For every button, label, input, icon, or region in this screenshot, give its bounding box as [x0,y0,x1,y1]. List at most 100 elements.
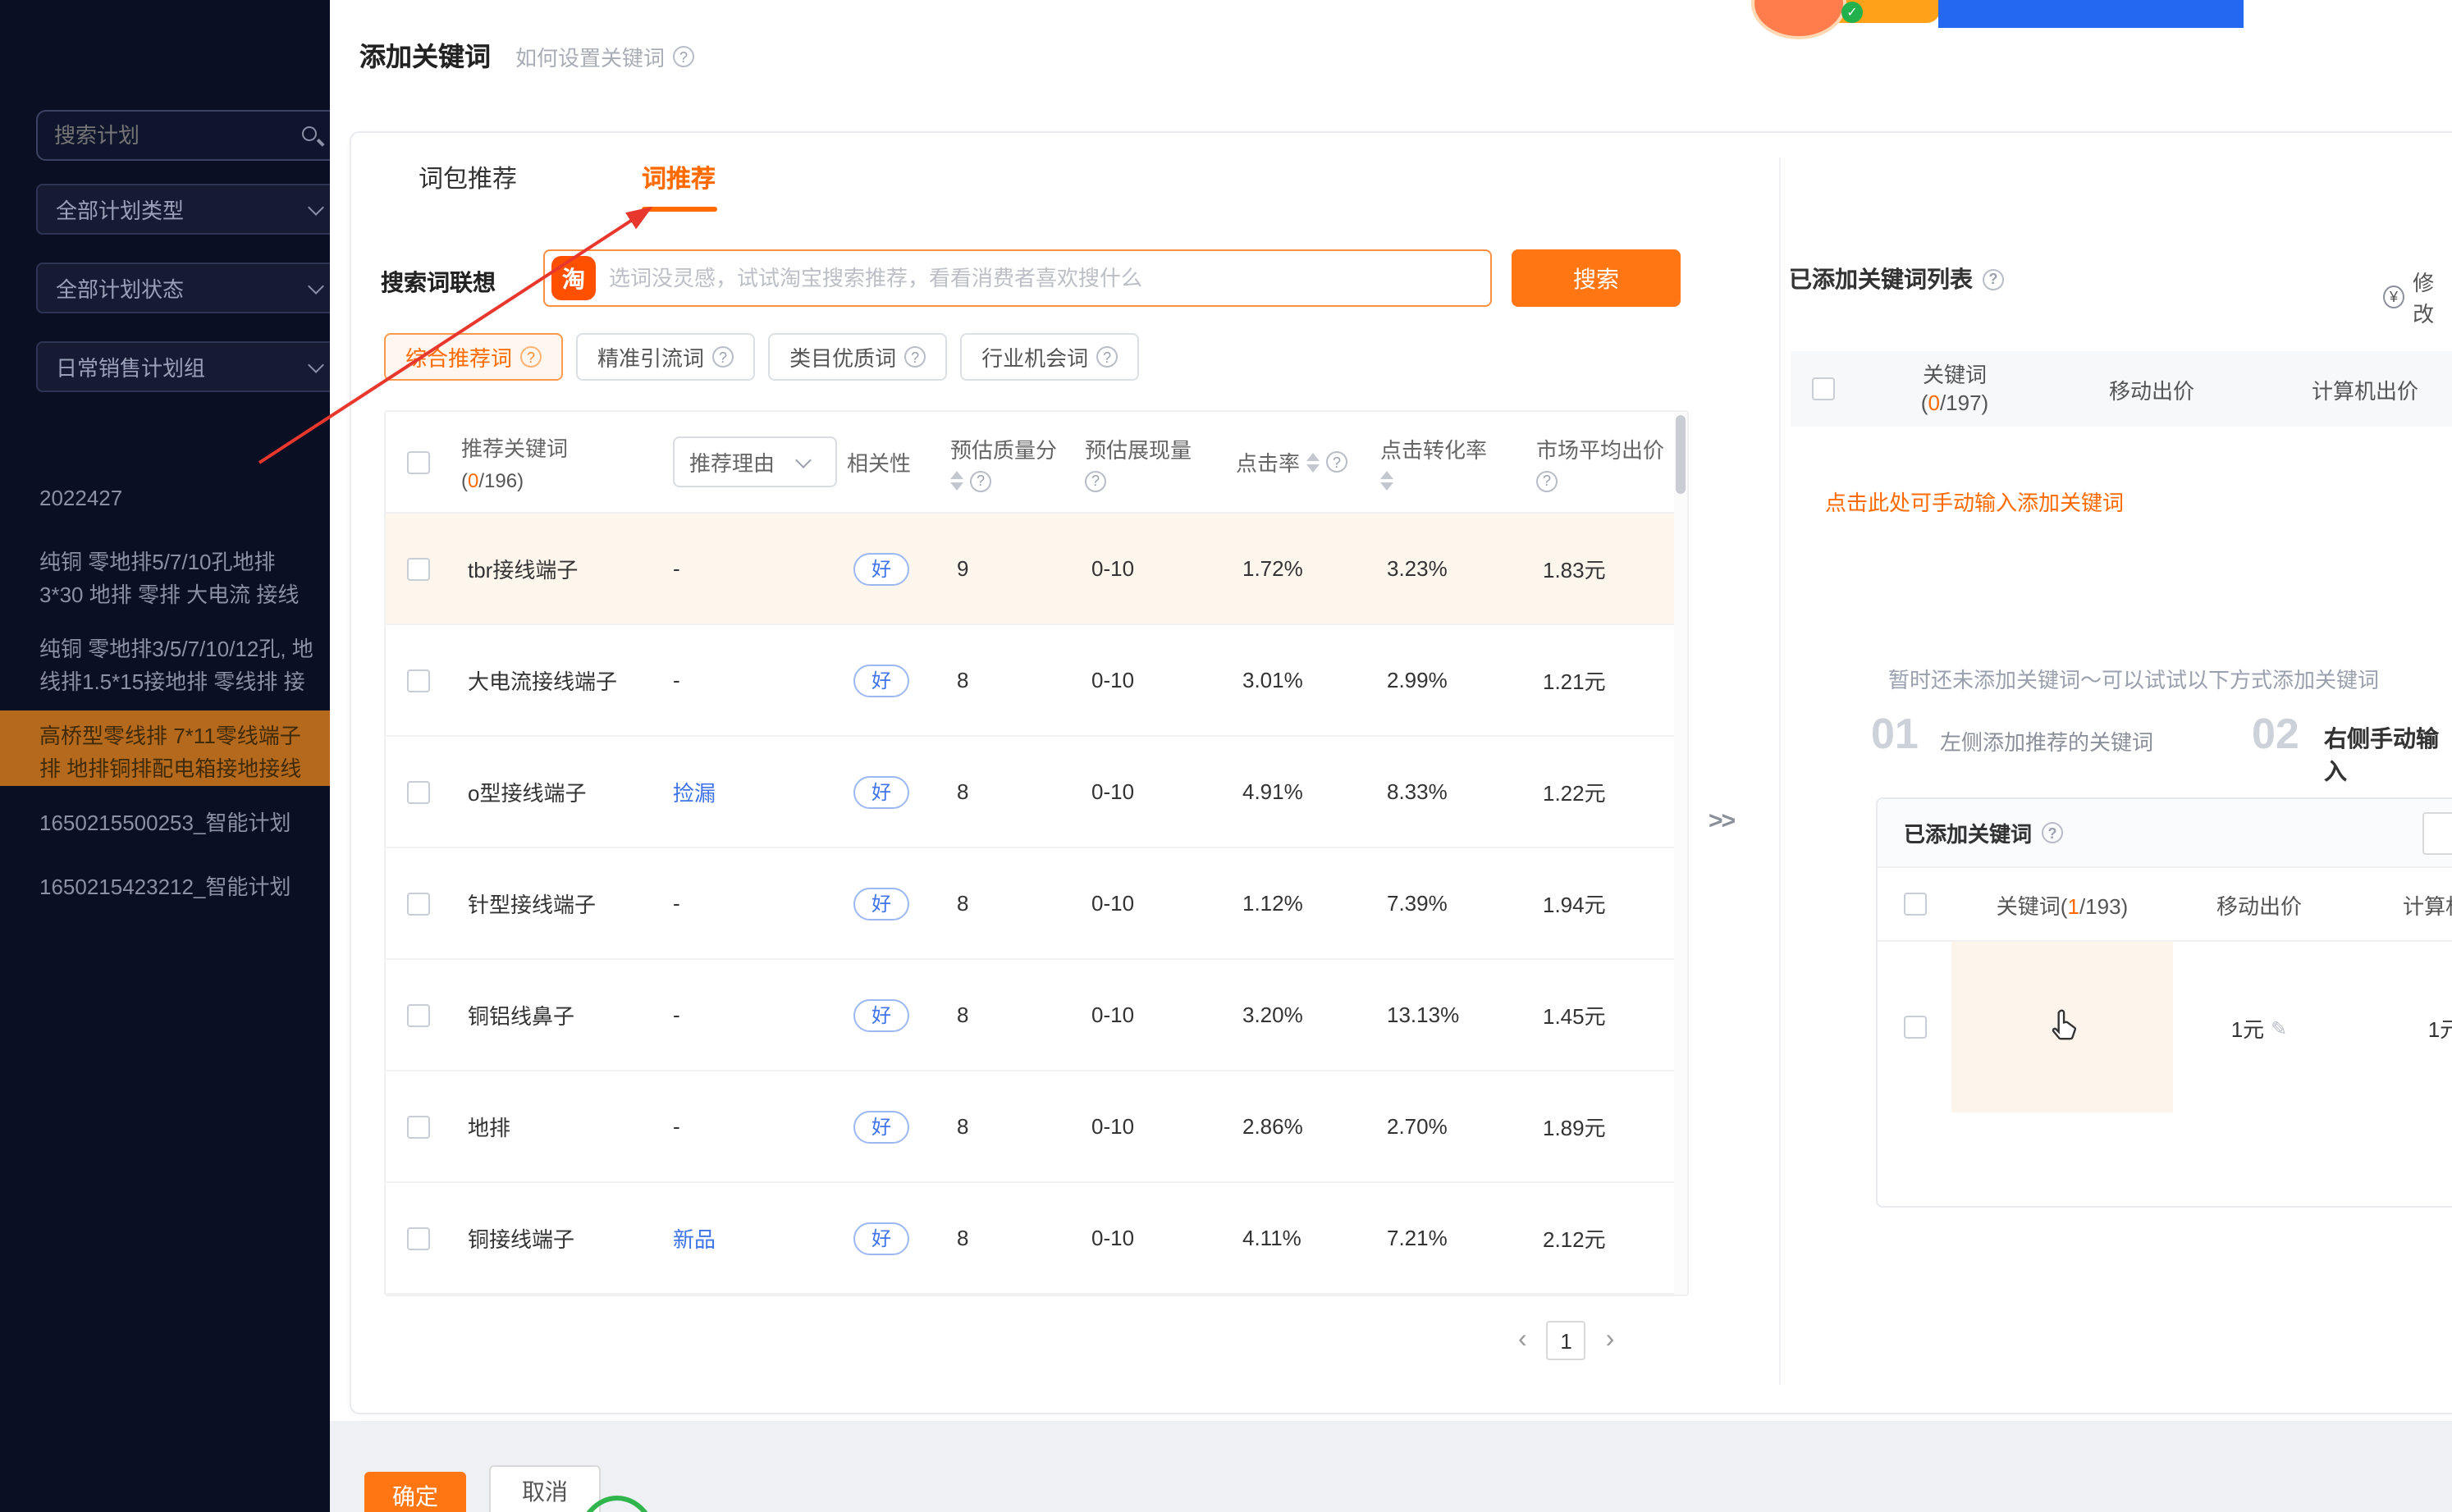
table-row[interactable]: 地排 - 好 8 0-10 2.86% 2.70% 1.89元 [386,1071,1687,1183]
filter-pill-comprehensive[interactable]: 综合推荐词 [384,333,563,381]
plan-status-select[interactable]: 全部计划状态 [36,263,330,313]
manual-add-link[interactable]: 点击此处可手动输入添加关键词 [1825,486,2124,517]
cell-impressions: 0-10 [1075,668,1226,692]
sort-icon[interactable] [1306,452,1320,472]
table-row[interactable]: tbr接线端子 - 好 9 0-10 1.72% 3.23% 1.83元 [386,514,1687,625]
plan-list-item[interactable]: 纯铜 零地排5/7/10孔地排3*30 地排 零排 大电流 接线端子 [0,537,330,612]
reason-link[interactable]: 捡漏 [673,781,716,806]
cancel-button[interactable]: 取消 [489,1465,601,1512]
row-checkbox[interactable] [407,557,430,580]
row-checkbox[interactable] [407,669,430,692]
help-icon[interactable] [1983,268,2004,290]
keyword-suggest-input[interactable] [609,266,1477,290]
plan-search-input[interactable] [54,123,300,148]
added-keyword-cell[interactable] [1951,942,2173,1112]
sort-icon[interactable] [1380,471,1393,491]
col-ctr: 点击率 [1226,446,1370,477]
select-all-checkbox[interactable] [407,450,430,473]
row-checkbox[interactable] [407,780,430,803]
plan-type-select[interactable]: 全部计划类型 [36,184,330,235]
sort-icon[interactable] [950,471,963,491]
cell-quality: 8 [940,779,1075,804]
help-icon[interactable] [1096,346,1118,368]
row-checkbox[interactable] [407,1003,430,1026]
cell-quality: 8 [940,668,1075,692]
cell-keyword: 地排 [451,1111,656,1142]
table-row[interactable]: 铜接线端子 新品 好 8 0-10 4.11% 7.21% 2.12元 [386,1183,1687,1295]
inner-panel-header: 已添加关键词 [1878,799,2452,868]
help-icon[interactable] [673,46,694,67]
check-icon [1841,2,1863,23]
reason-link[interactable]: 新品 [673,1227,716,1252]
row-checkbox[interactable] [407,1115,430,1138]
relevance-badge: 好 [853,1110,909,1143]
keyword-filter-input[interactable] [2422,812,2452,855]
filter-pill-industry[interactable]: 行业机会词 [960,333,1139,381]
cursor-hand-icon [2047,1007,2083,1044]
plan-list-item[interactable]: 1650215500253_智能计划 [0,797,330,850]
plan-list: 2022427 纯铜 零地排5/7/10孔地排3*30 地排 零排 大电流 接线… [0,473,330,925]
cell-price: 1.83元 [1526,553,1689,584]
col-pc-bid: 计算机出价 [2250,373,2452,404]
reason-filter-dropdown[interactable]: 推荐理由 [673,436,837,487]
keyword-suggest-search-box: 淘 [543,249,1492,307]
inner-table-header: 关键词(1/193) 移动出价 计算机出价 [1878,868,2452,940]
table-row[interactable]: 针型接线端子 - 好 8 0-10 1.12% 7.39% 1.94元 [386,848,1687,960]
pc-bid-value: 1元 [2428,1012,2452,1043]
plan-list-item-selected[interactable]: 高桥型零线排 7*11零线端子排 地排铜排配电箱接地接线端子 [0,710,330,786]
plan-search-box[interactable] [36,110,330,161]
table-row[interactable]: 铜铝线鼻子 - 好 8 0-10 3.20% 13.13% 1.45元 [386,960,1687,1071]
col-inner-keyword: 关键词(1/193) [1951,888,2173,920]
help-icon[interactable] [970,470,991,491]
cell-keyword: tbr接线端子 [451,553,656,584]
filter-pill-precise[interactable]: 精准引流词 [576,333,755,381]
page-number[interactable]: 1 [1547,1321,1586,1360]
cell-impressions: 0-10 [1075,556,1226,581]
table-row[interactable]: o型接线端子 捡漏 好 8 0-10 4.91% 8.33% 1.22元 [386,737,1687,848]
cell-price: 1.22元 [1526,776,1689,807]
filter-pill-category[interactable]: 类目优质词 [768,333,947,381]
cell-quality: 8 [940,891,1075,916]
select-all-checkbox[interactable] [1903,893,1926,916]
search-button[interactable]: 搜索 [1512,249,1681,307]
mobile-bid-cell: 1元 [2173,1012,2345,1043]
search-icon [300,124,323,147]
next-page-icon[interactable] [1606,1326,1615,1355]
panel-divider [1779,158,1781,1385]
row-checkbox[interactable] [1903,1016,1926,1039]
plan-list-item[interactable]: 纯铜 零地排3/5/7/10/12孔, 地线排1.5*15接地排 零线排 接线端… [0,624,330,699]
help-icon[interactable] [520,346,542,368]
help-icon[interactable] [1326,451,1347,473]
tab-word-recommend[interactable]: 词推荐 [642,161,716,195]
pc-bid-cell: 1元 [2345,1012,2452,1043]
tab-word-package[interactable]: 词包推荐 [419,161,517,195]
cell-ctr: 1.72% [1226,556,1370,581]
modify-bid-action[interactable]: 修改 [2383,266,2452,328]
help-icon[interactable] [1536,470,1558,491]
edit-icon[interactable] [2271,1015,2287,1039]
help-icon[interactable] [2042,822,2063,843]
help-icon[interactable] [712,346,734,368]
table-row[interactable]: 大电流接线端子 - 好 8 0-10 3.01% 2.99% 1.21元 [386,625,1687,737]
plan-group-label: 日常销售计划组 [56,351,205,382]
promo-banner-blue[interactable] [1938,0,2244,28]
step-2-text: 右侧手动输入 [2324,722,2452,788]
relevance-badge: 好 [853,998,909,1031]
col-mobile-bid: 移动出价 [2053,373,2250,404]
scrollbar-thumb[interactable] [1676,415,1686,494]
help-icon[interactable] [1085,470,1106,491]
help-icon[interactable] [904,346,926,368]
row-checkbox[interactable] [407,1227,430,1249]
cell-price: 1.89元 [1526,1111,1689,1142]
plan-group-select[interactable]: 日常销售计划组 [36,341,330,392]
added-keyword-row[interactable]: 1元 1元 [1878,940,2452,1111]
select-all-checkbox[interactable] [1812,377,1835,400]
prev-page-icon[interactable] [1518,1326,1527,1355]
confirm-button[interactable]: 确定 [364,1472,466,1512]
plan-list-item[interactable]: 2022427 [0,473,330,525]
cell-ctr: 1.12% [1226,891,1370,916]
cell-keyword: 大电流接线端子 [451,665,656,696]
collapse-panel-control[interactable]: >> [1709,807,1734,835]
plan-list-item[interactable]: 1650215423212_智能计划 [0,861,330,914]
row-checkbox[interactable] [407,892,430,915]
